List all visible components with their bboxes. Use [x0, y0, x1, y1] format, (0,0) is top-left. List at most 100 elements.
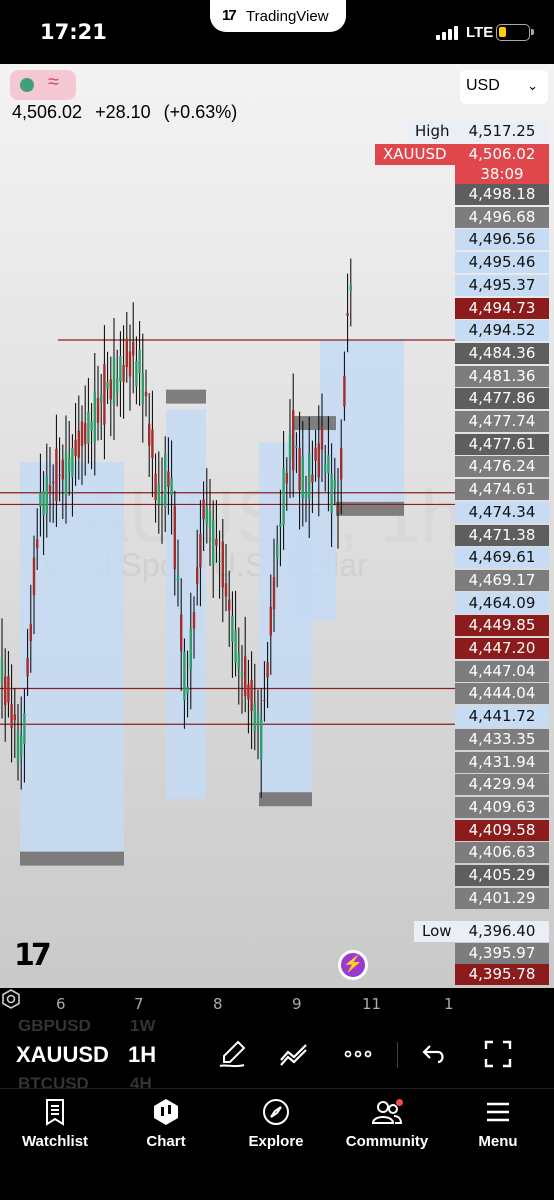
chart-icon: [154, 1099, 178, 1125]
compass-icon: [263, 1099, 289, 1125]
status-time: 17:21: [40, 20, 107, 44]
candle-body: [93, 391, 96, 443]
currency-select[interactable]: USD ⌄: [460, 70, 548, 104]
candle-body: [180, 614, 183, 652]
candle-body: [176, 574, 180, 581]
chart-toolbar: GBPUSD 1W BTCUSD 4H XAUUSD 1H: [0, 1020, 554, 1088]
nav-community[interactable]: Community: [337, 1097, 437, 1150]
price-axis-label: 4,494.73: [455, 297, 549, 319]
candle-body: [96, 397, 100, 423]
candle-body: [189, 627, 192, 671]
candle-body: [320, 425, 324, 450]
candle-body: [68, 457, 71, 472]
candle-body: [154, 473, 157, 501]
candle-body: [16, 731, 20, 764]
network-label: LTE: [466, 24, 494, 41]
candle-body: [109, 379, 112, 400]
nav-menu[interactable]: Menu: [448, 1097, 548, 1150]
bottom-nav: Watchlist Chart Explore Community Menu: [0, 1088, 554, 1200]
price-axis-label: 4,395.78: [455, 964, 549, 985]
candle-body: [170, 477, 173, 495]
candle-body: [74, 439, 77, 457]
candle-body: [112, 357, 116, 405]
candle-body: [301, 456, 304, 498]
candle-body: [295, 445, 298, 448]
price-axis-label: 4,496.56: [455, 229, 549, 251]
candle-body: [333, 480, 336, 489]
price-axis-label: 4,495.46: [455, 252, 549, 274]
candle-body: [132, 341, 135, 356]
nav-chart[interactable]: Chart: [116, 1097, 216, 1150]
candle-body: [45, 476, 48, 514]
symbol-selector[interactable]: XAUUSD: [16, 1042, 109, 1068]
lightning-icon[interactable]: ⚡: [338, 950, 368, 980]
candle-body: [7, 676, 10, 703]
candle-body: [218, 560, 221, 562]
candle-body: [10, 703, 13, 728]
candle-body: [247, 684, 250, 700]
undo-icon[interactable]: [418, 1038, 450, 1070]
price-axis-label: 4,449.85: [455, 615, 549, 637]
bar-countdown: 38:09: [455, 164, 549, 185]
candle-body: [128, 351, 132, 377]
settings-icon[interactable]: [0, 988, 22, 1010]
price-axis-label: 4,496.68: [455, 206, 549, 228]
toolbar-divider: [397, 1042, 398, 1068]
candle-body: [135, 360, 138, 387]
nav-watchlist[interactable]: Watchlist: [5, 1097, 105, 1150]
price-axis-label: 4,469.17: [455, 569, 549, 591]
price-axis-label: 4,431.94: [455, 751, 549, 773]
nav-label: Community: [345, 1133, 429, 1150]
price-axis-label: 4,476.24: [455, 456, 549, 478]
candle-body: [71, 447, 74, 478]
more-icon[interactable]: [342, 1038, 374, 1070]
candle-body: [292, 410, 295, 471]
candle-body: [215, 539, 218, 546]
zone-box: [20, 462, 124, 852]
candle-body: [36, 539, 39, 549]
x-tick: 9: [292, 995, 302, 1013]
candle-body: [260, 718, 263, 760]
candle-body: [55, 448, 58, 501]
candle-body: [212, 520, 215, 565]
price-axis-label: 4,495.37: [455, 274, 549, 296]
candle-body: [250, 679, 253, 712]
candle-body: [202, 499, 205, 520]
price-axis-label: 4,444.04: [455, 683, 549, 705]
candle-body: [64, 451, 68, 496]
candle-body: [304, 491, 308, 499]
currency-value: USD: [466, 77, 500, 94]
candle-body: [186, 687, 189, 694]
timeframe-selector[interactable]: 1H: [128, 1042, 156, 1068]
candle-body: [311, 474, 314, 483]
ghost-tf-top: 1W: [130, 1020, 156, 1035]
drawing-brush-icon[interactable]: [216, 1038, 248, 1070]
candle-body: [106, 382, 109, 389]
price-axis-label: 4,481.36: [455, 365, 549, 387]
chart-status-icons[interactable]: ≈: [10, 70, 76, 100]
price-axis-label: 4,441.72: [455, 706, 549, 728]
candle-body: [100, 394, 103, 403]
candle-body: [324, 464, 327, 473]
price-axis-label: 4,406.63: [455, 842, 549, 864]
candle-body: [266, 662, 269, 678]
chart-area[interactable]: XAUUSD, 1h Gold Spot / U.S. Dollar ≈ 4,5…: [0, 64, 554, 1020]
current-price-value: 4,506.02: [455, 144, 549, 165]
price-change-pct: (+0.63%): [163, 102, 238, 122]
zone-base: [166, 389, 206, 404]
candle-body: [119, 356, 122, 382]
candle-body: [330, 474, 333, 514]
price-axis-label: 4,477.74: [455, 411, 549, 432]
candle-body: [196, 567, 199, 584]
price-change: +28.10: [95, 102, 151, 122]
last-price: 4,506.02: [12, 102, 83, 122]
x-tick: 1: [444, 995, 454, 1013]
time-axis[interactable]: 6 7 8 9 11 1: [0, 988, 554, 1020]
nav-explore[interactable]: Explore: [226, 1097, 326, 1150]
fullscreen-icon[interactable]: [482, 1038, 514, 1070]
battery-icon: [496, 24, 534, 41]
candle-body: [237, 654, 240, 670]
candle-body: [58, 474, 61, 476]
indicators-icon[interactable]: [278, 1038, 310, 1070]
candle-body: [256, 712, 260, 727]
